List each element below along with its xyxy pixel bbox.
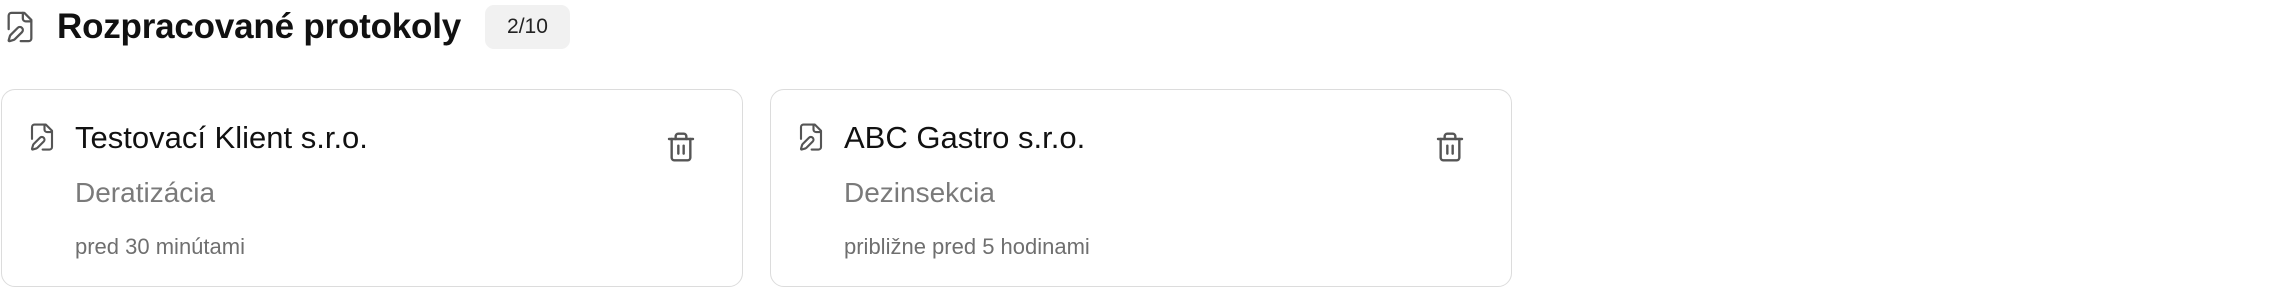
count-badge: 2/10 xyxy=(485,5,570,49)
trash-icon xyxy=(1436,132,1464,162)
file-pen-icon xyxy=(2,9,38,45)
protocol-service: Dezinsekcia xyxy=(844,177,995,208)
protocol-service: Deratizácia xyxy=(75,177,216,208)
protocol-card[interactable]: Testovací Klient s.r.o. Deratizácia pred… xyxy=(1,89,743,287)
protocol-timestamp: približne pred 5 hodinami xyxy=(844,234,1090,259)
trash-icon xyxy=(667,132,695,162)
section-header: Rozpracované protokoly 2/10 xyxy=(0,0,570,54)
page-title: Rozpracované protokoly xyxy=(57,7,462,46)
file-pen-icon xyxy=(796,122,826,152)
protocol-client-name: ABC Gastro s.r.o. xyxy=(844,120,1086,155)
delete-button[interactable] xyxy=(662,128,700,166)
protocol-client-name: Testovací Klient s.r.o. xyxy=(75,120,368,155)
delete-button[interactable] xyxy=(1431,128,1469,166)
file-pen-icon xyxy=(27,122,57,152)
protocol-card[interactable]: ABC Gastro s.r.o. Dezinsekcia približne … xyxy=(770,89,1512,287)
protocol-timestamp: pred 30 minútami xyxy=(75,234,245,259)
